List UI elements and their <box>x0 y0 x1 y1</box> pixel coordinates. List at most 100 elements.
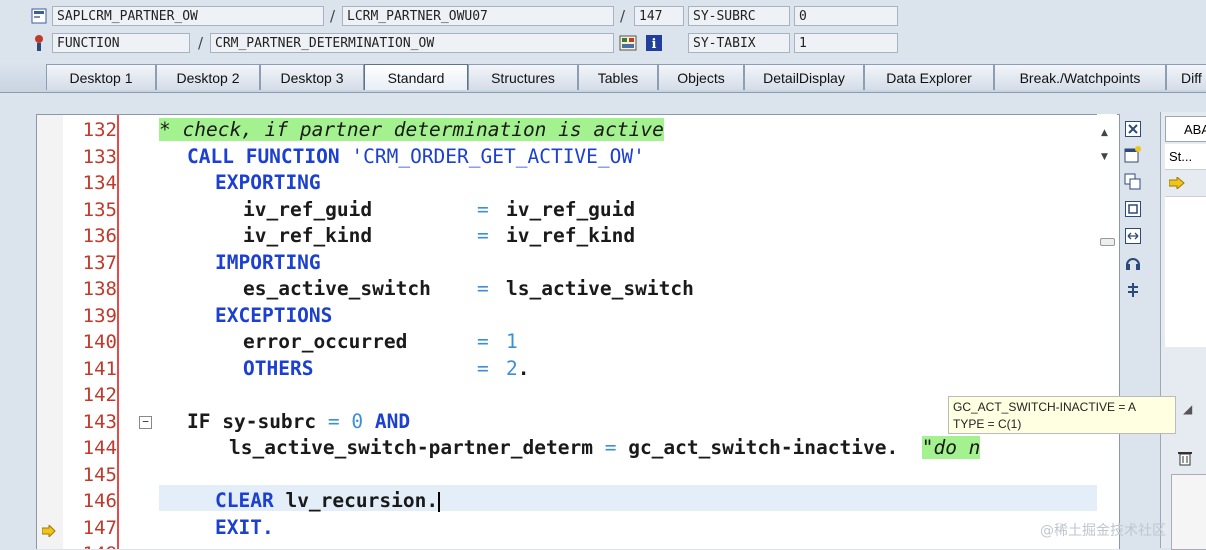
function-module-icon <box>30 34 48 52</box>
tab-structures[interactable]: Structures <box>468 64 578 90</box>
code-line-136: iv_ref_kind <box>243 223 372 249</box>
scroll-up-icon[interactable]: ▲ <box>1101 128 1108 138</box>
delete-icon[interactable] <box>1177 450 1193 470</box>
tooltip-line-1: GC_ACT_SWITCH-INACTIVE = A <box>953 400 1137 414</box>
side-panel-tab[interactable]: ABA <box>1165 116 1206 142</box>
sy-subrc-value[interactable]: 0 <box>794 6 898 26</box>
line-number: 140 <box>82 331 117 353</box>
sort-icon: ◢ <box>1183 402 1193 416</box>
line-number: 138 <box>82 278 117 300</box>
collapse-toggle-icon[interactable]: − <box>139 416 152 429</box>
close-icon[interactable] <box>1124 120 1142 138</box>
operator: = <box>327 410 340 433</box>
variable: ls_active_switch-partner_determ <box>229 436 593 459</box>
headset-icon[interactable] <box>1124 254 1142 272</box>
separator-slash: / <box>198 34 204 52</box>
code-line-137: IMPORTING <box>215 250 321 276</box>
param-name: error_occurred <box>243 330 408 353</box>
tab-objects[interactable]: Objects <box>658 64 744 90</box>
tab-desktop-1[interactable]: Desktop 1 <box>46 64 156 90</box>
line-number-divider <box>117 115 119 549</box>
number-literal: 0 <box>351 410 364 433</box>
program-name-field[interactable]: SAPLCRM_PARTNER_OW <box>52 6 324 26</box>
swap-window-icon[interactable] <box>1124 173 1142 191</box>
code-line-138: es_active_switch <box>243 276 431 302</box>
statement-terminator: . <box>517 357 530 380</box>
variables-side-panel: ABA St... ◢ <box>1160 112 1206 550</box>
param-value: iv_ref_kind <box>506 224 636 247</box>
side-panel-column-label: St... <box>1169 149 1193 164</box>
maximize-icon[interactable] <box>1124 200 1142 218</box>
line-number: 133 <box>82 146 117 168</box>
keyword: OTHERS <box>243 357 314 380</box>
code-line-140-eq: = <box>477 329 489 355</box>
number-literal: 2 <box>506 357 518 380</box>
code-line-144: ls_active_switch-partner_determ = gc_act… <box>229 435 981 461</box>
code-line-133: CALL FUNCTION 'CRM_ORDER_GET_ACTIVE_OW' <box>187 144 645 170</box>
include-name-field[interactable]: LCRM_PARTNER_OWU07 <box>342 6 614 26</box>
text-cursor <box>438 491 441 512</box>
scroll-thumb[interactable] <box>1100 238 1115 246</box>
display-object-icon[interactable] <box>618 33 638 53</box>
svg-text:i: i <box>652 37 657 52</box>
editor-scrollbar[interactable]: ▲ ▼ <box>1097 114 1117 548</box>
keyword: AND <box>374 410 411 433</box>
tab-tables[interactable]: Tables <box>578 64 658 90</box>
sy-tabix-label[interactable]: SY-TABIX <box>688 33 790 53</box>
breakpoint-gutter[interactable] <box>37 115 63 549</box>
code-line-147: EXIT. <box>215 515 274 541</box>
code-line-135: iv_ref_guid <box>243 197 372 223</box>
debugger-tab-bar: Desktop 1 Desktop 2 Desktop 3 Standard S… <box>0 60 1206 93</box>
line-number: 132 <box>82 119 117 141</box>
line-number: 145 <box>82 464 117 486</box>
side-panel-detail-list[interactable] <box>1171 474 1206 550</box>
comment-text: "do n <box>921 436 981 459</box>
current-line-arrow-icon <box>41 522 56 541</box>
code-line-141-eq: = <box>477 356 489 382</box>
sy-tabix-value[interactable]: 1 <box>794 33 898 53</box>
keyword-if: IF <box>187 410 211 433</box>
code-line-140: error_occurred <box>243 329 407 355</box>
sy-subrc-label[interactable]: SY-SUBRC <box>688 6 790 26</box>
current-statement-arrow-icon <box>1168 174 1185 193</box>
tab-diff[interactable]: Diff <box>1166 64 1206 90</box>
code-line-138-val: ls_active_switch <box>506 276 694 302</box>
tab-desktop-3[interactable]: Desktop 3 <box>260 64 364 90</box>
line-number: 147 <box>82 517 117 539</box>
settings-tree-icon[interactable] <box>1124 281 1142 299</box>
comment-text: * check, if partner determination is act… <box>159 118 664 141</box>
code-line-138-eq: = <box>477 276 489 302</box>
side-panel-list[interactable] <box>1165 196 1206 347</box>
tab-data-explorer[interactable]: Data Explorer <box>864 64 994 90</box>
scroll-down-icon[interactable]: ▼ <box>1101 152 1108 162</box>
side-panel-column-header: St... <box>1165 144 1206 170</box>
watermark: @稀土掘金技术社区 <box>1040 523 1166 539</box>
tab-desktop-2[interactable]: Desktop 2 <box>156 64 260 90</box>
variable: lv_recursion. <box>285 489 439 512</box>
code-line-136-val: iv_ref_kind <box>506 223 635 249</box>
line-number: 135 <box>82 199 117 221</box>
tab-detail-display[interactable]: DetailDisplay <box>744 64 864 90</box>
event-name-field[interactable]: CRM_PARTNER_DETERMINATION_OW <box>210 33 614 53</box>
line-number: 134 <box>82 172 117 194</box>
keyword: CLEAR <box>215 489 274 512</box>
param-name: iv_ref_guid <box>243 198 373 221</box>
info-icon[interactable]: i <box>644 33 664 53</box>
split-icon[interactable] <box>1124 227 1142 245</box>
keyword: EXCEPTIONS <box>215 304 333 327</box>
code-line-140-val: 1 <box>506 329 518 355</box>
param-value: ls_active_switch <box>506 277 694 300</box>
keyword: IMPORTING <box>215 251 321 274</box>
code-line-139: EXCEPTIONS <box>215 303 332 329</box>
tab-standard[interactable]: Standard <box>364 64 468 90</box>
event-type-field[interactable]: FUNCTION <box>52 33 190 53</box>
variable: sy-subrc <box>222 410 317 433</box>
number-literal: 1 <box>506 330 518 353</box>
new-window-icon[interactable] <box>1124 146 1142 164</box>
source-code-pane[interactable]: 132 133 134 135 136 137 138 139 140 141 … <box>36 114 1120 549</box>
tab-breakpoints-watchpoints[interactable]: Break./Watchpoints <box>994 64 1166 90</box>
operator: = <box>477 224 489 247</box>
code-line-146: CLEAR lv_recursion. <box>215 488 441 514</box>
line-number-field[interactable]: 147 <box>634 6 684 26</box>
string-literal: 'CRM_ORDER_GET_ACTIVE_OW' <box>351 145 645 168</box>
